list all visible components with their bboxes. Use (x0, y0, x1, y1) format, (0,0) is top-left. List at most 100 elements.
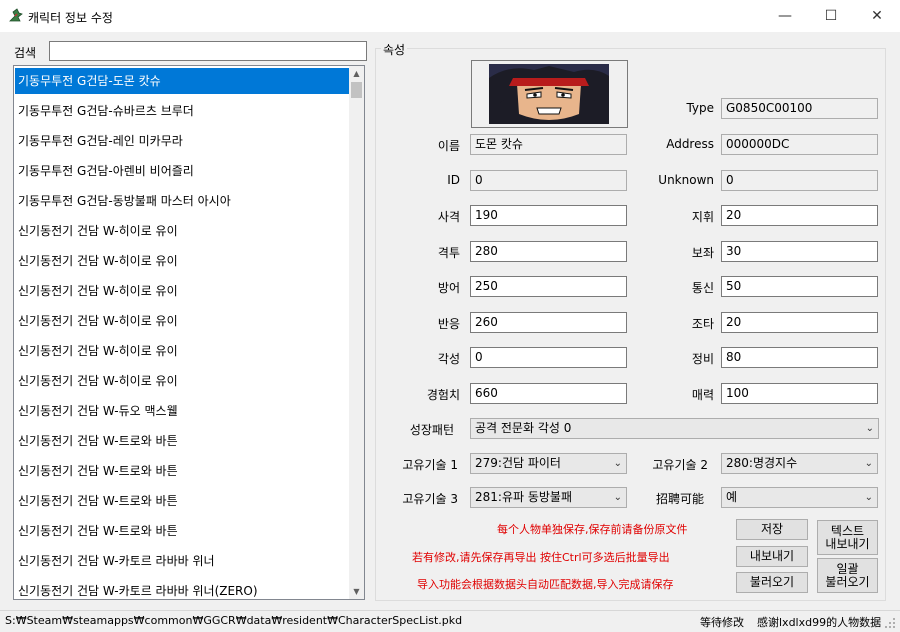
command-label: 지휘 (691, 210, 714, 224)
skill2-select[interactable]: 280:명경지수 ⌄ (721, 453, 878, 474)
bulk-import-button[interactable]: 일괄 불러오기 (817, 558, 878, 593)
id-field: 0 (470, 170, 627, 191)
list-item[interactable]: 신기동전기 건담 W-카토르 라바바 위너 (15, 548, 353, 574)
name-field: 도몬 캇슈 (470, 134, 627, 155)
export-button[interactable]: 내보내기 (736, 546, 808, 567)
search-input[interactable] (49, 41, 367, 61)
address-field: 000000DC (721, 134, 878, 155)
maintenance-input[interactable]: 80 (721, 347, 878, 368)
defense-label: 방어 (437, 281, 460, 295)
minimize-icon: — (778, 8, 792, 24)
shooting-input[interactable]: 190 (470, 205, 627, 226)
note-save: 每个人物单独保存,保存前请备份原文件 (497, 523, 688, 536)
minimize-button[interactable]: — (762, 0, 808, 32)
skill2-label: 고유기술 2 (652, 458, 708, 472)
search-label: 검색 (14, 46, 37, 60)
maximize-button[interactable]: ☐ (808, 0, 854, 32)
scroll-thumb[interactable] (351, 82, 362, 98)
chevron-down-icon: ⌄ (613, 492, 622, 503)
file-path: S:₩Steam₩steamapps₩common₩GGCR₩data₩resi… (5, 614, 463, 627)
list-item[interactable]: 기동무투전 G건담-아렌비 비어즐리 (15, 158, 353, 184)
note-import: 导入功能会根据数据头自动匹配数据,导入完成请保存 (417, 578, 674, 591)
list-item[interactable]: 신기동전기 건담 W-히이로 유이 (15, 218, 353, 244)
recruit-select[interactable]: 예 ⌄ (721, 487, 878, 508)
skill3-value: 281:유파 동방불패 (475, 490, 573, 504)
awakening-label: 각성 (437, 352, 460, 366)
group-title: 속성 (381, 41, 408, 58)
address-label: Address (666, 137, 714, 151)
reaction-label: 반응 (437, 317, 460, 331)
reaction-input[interactable]: 260 (470, 312, 627, 333)
skill2-value: 280:명경지수 (726, 456, 798, 470)
list-item[interactable]: 신기동전기 건담 W-트로와 바튼 (15, 518, 353, 544)
charm-input[interactable]: 100 (721, 383, 878, 404)
status-text: 等待修改 (700, 616, 744, 629)
recruit-value: 예 (726, 490, 738, 504)
support-input[interactable]: 30 (721, 241, 878, 262)
skill1-label: 고유기술 1 (402, 458, 458, 472)
resize-grip-icon[interactable] (884, 617, 896, 629)
skill3-label: 고유기술 3 (402, 492, 458, 506)
note-export: 若有修改,请先保存再导出 按住Ctrl可多选后批量导出 (412, 551, 670, 564)
piloting-input[interactable]: 20 (721, 312, 878, 333)
growth-value: 공격 전문화 각성 0 (475, 421, 572, 435)
list-item[interactable]: 신기동전기 건담 W-히이로 유이 (15, 248, 353, 274)
list-item[interactable]: 신기동전기 건담 W-히이로 유이 (15, 278, 353, 304)
experience-input[interactable]: 660 (470, 383, 627, 404)
character-list[interactable]: 기동무투전 G건담-도몬 캇슈기동무투전 G건담-슈바르츠 브루더기동무투전 G… (13, 65, 365, 600)
title-bar: 캐릭터 정보 수정 — ☐ ✕ (0, 0, 900, 32)
defense-input[interactable]: 250 (470, 276, 627, 297)
list-item[interactable]: 신기동전기 건담 W-카토르 라바바 위너(ZERO) (15, 578, 353, 599)
app-icon (9, 8, 23, 22)
id-label: ID (447, 173, 460, 187)
list-item[interactable]: 신기동전기 건담 W-듀오 맥스웰 (15, 398, 353, 424)
close-icon: ✕ (871, 8, 883, 24)
chevron-down-icon: ⌄ (613, 458, 622, 469)
maximize-icon: ☐ (824, 8, 838, 24)
close-button[interactable]: ✕ (854, 0, 900, 32)
recruit-label: 招聘可能 (655, 492, 704, 506)
import-button[interactable]: 불러오기 (736, 572, 808, 593)
scroll-up-icon[interactable]: ▲ (349, 66, 364, 81)
list-item[interactable]: 신기동전기 건담 W-트로와 바튼 (15, 428, 353, 454)
growth-label: 성장패턴 (409, 423, 454, 437)
list-item[interactable]: 기동무투전 G건담-슈바르츠 브루더 (15, 98, 353, 124)
save-button[interactable]: 저장 (736, 519, 808, 540)
type-label: Type (686, 101, 714, 115)
list-scrollbar[interactable]: ▲ ▼ (349, 66, 364, 599)
scroll-down-icon[interactable]: ▼ (349, 584, 364, 599)
comm-input[interactable]: 50 (721, 276, 878, 297)
skill3-select[interactable]: 281:유파 동방불패 ⌄ (470, 487, 627, 508)
melee-input[interactable]: 280 (470, 241, 627, 262)
status-bar: S:₩Steam₩steamapps₩common₩GGCR₩data₩resi… (0, 610, 900, 632)
list-item[interactable]: 기동무투전 G건담-도몬 캇슈 (15, 68, 353, 94)
chevron-down-icon: ⌄ (865, 423, 874, 434)
charm-label: 매력 (691, 388, 714, 402)
growth-select[interactable]: 공격 전문화 각성 0 ⌄ (470, 418, 879, 439)
skill1-value: 279:건담 파이터 (475, 456, 561, 470)
maintenance-label: 정비 (691, 352, 714, 366)
command-input[interactable]: 20 (721, 205, 878, 226)
chevron-down-icon: ⌄ (864, 458, 873, 469)
piloting-label: 조타 (691, 317, 714, 331)
text-export-button[interactable]: 텍스트 내보내기 (817, 520, 878, 555)
name-label: 이름 (437, 139, 460, 153)
list-item[interactable]: 신기동전기 건담 W-트로와 바튼 (15, 458, 353, 484)
awakening-input[interactable]: 0 (470, 347, 627, 368)
experience-label: 경험치 (426, 388, 460, 402)
support-label: 보좌 (691, 246, 714, 260)
list-item[interactable]: 신기동전기 건담 W-히이로 유이 (15, 338, 353, 364)
skill1-select[interactable]: 279:건담 파이터 ⌄ (470, 453, 627, 474)
type-field: G0850C00100 (721, 98, 878, 119)
list-item[interactable]: 신기동전기 건담 W-트로와 바튼 (15, 488, 353, 514)
window-title: 캐릭터 정보 수정 (28, 11, 113, 25)
list-item[interactable]: 신기동전기 건담 W-히이로 유이 (15, 368, 353, 394)
list-item[interactable]: 기동무투전 G건담-레인 미카무라 (15, 128, 353, 154)
list-item[interactable]: 신기동전기 건담 W-히이로 유이 (15, 308, 353, 334)
portrait-frame (471, 60, 628, 128)
unknown-field: 0 (721, 170, 878, 191)
list-item[interactable]: 기동무투전 G건담-동방불패 마스터 아시아 (15, 188, 353, 214)
comm-label: 통신 (691, 281, 714, 295)
chevron-down-icon: ⌄ (864, 492, 873, 503)
portrait-image (489, 64, 609, 124)
